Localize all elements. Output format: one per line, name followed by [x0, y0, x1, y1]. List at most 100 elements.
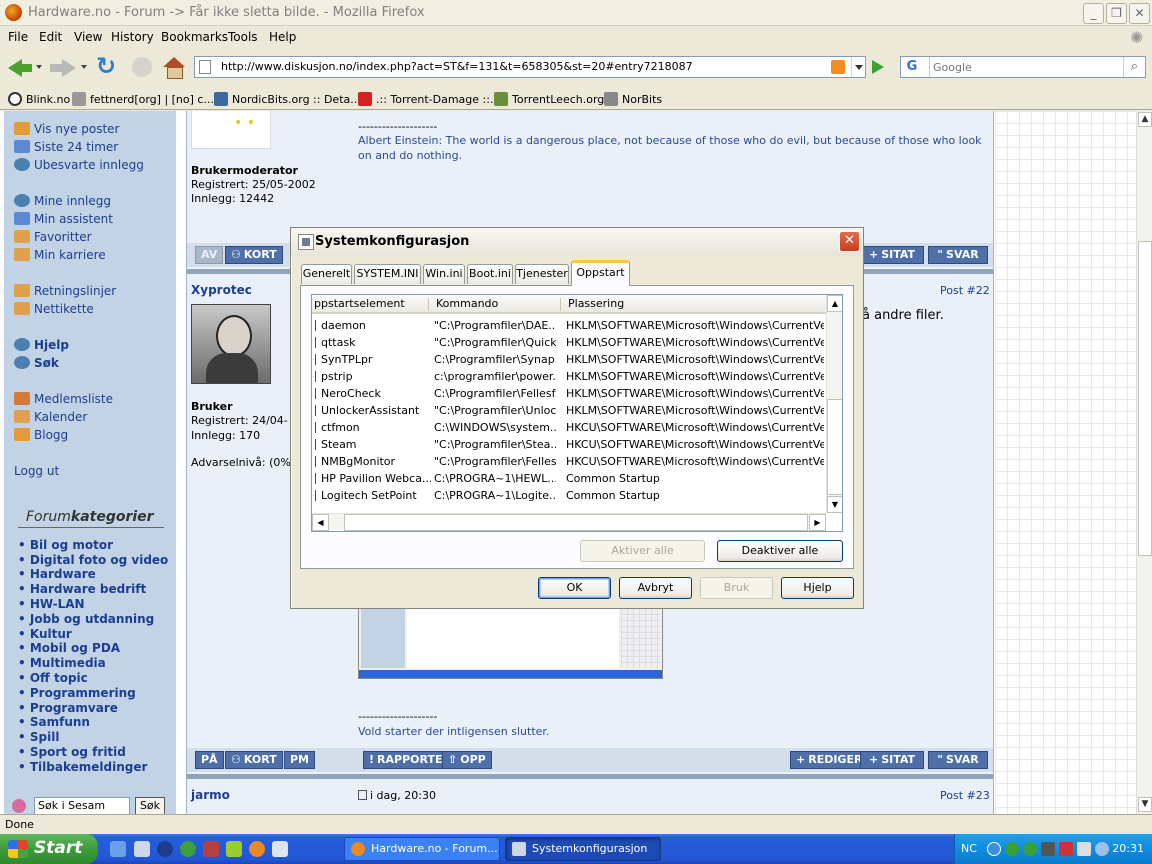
go-arrow-icon[interactable] [872, 60, 884, 74]
startup-item-row[interactable]: SynTPLpr C:\Programfiler\Synap... HKLM\SOF… [312, 351, 826, 368]
startup-item-row[interactable]: daemon "C:\Programfiler\DAE... HKLM\SOFTWA… [312, 317, 826, 334]
user-tray-icon[interactable] [1023, 842, 1037, 856]
startup-item-checkbox[interactable] [313, 320, 316, 331]
sidebar-link-my-posts[interactable]: Mine innlegg [14, 194, 111, 208]
sidebar-link-search[interactable]: Søk [14, 356, 59, 370]
scroll-top-button[interactable]: ⇧ OPP [442, 751, 492, 769]
startup-item-row[interactable]: Steam "C:\Programfiler\Stea... HKCU\SOFTWA… [312, 436, 826, 453]
startup-item-checkbox[interactable] [313, 388, 316, 399]
startup-item-checkbox[interactable] [313, 439, 316, 450]
quote-button[interactable]: + SITAT [860, 246, 924, 264]
category-item[interactable]: • Hardware bedrift [18, 582, 146, 596]
tab-oppstart[interactable]: Oppstart [571, 260, 630, 286]
startup-item-checkbox[interactable] [313, 354, 316, 365]
bookmark-fettnerd[interactable]: fettnerd[org] | [no] c... [72, 92, 214, 106]
ok-button[interactable]: OK [538, 577, 611, 599]
taskbar-item-systemkonfigurasjon[interactable]: Systemkonfigurasjon [505, 837, 661, 861]
rss-feed-icon[interactable] [831, 60, 845, 74]
bookmark-torrent-damage[interactable]: .:: Torrent-Damage ::. [358, 92, 493, 106]
tab-boot-ini[interactable]: Boot.ini [467, 264, 513, 284]
category-item[interactable]: • Programvare [18, 701, 118, 715]
category-item[interactable]: • Jobb og utdanning [18, 612, 154, 626]
category-item[interactable]: • Kultur [18, 627, 72, 641]
sidebar-link-unanswered[interactable]: Ubesvarte innlegg [14, 158, 144, 172]
startup-item-row[interactable]: NMBgMonitor "C:\Programfiler\Felles... HKC… [312, 453, 826, 470]
list-hscroll-thumb[interactable] [344, 514, 808, 531]
scroll-up-icon[interactable]: ▲ [1138, 112, 1152, 127]
dialog-close-button[interactable]: ✕ [839, 231, 860, 252]
url-history-dropdown-icon[interactable] [851, 57, 865, 77]
category-item[interactable]: • Digital foto og video [18, 553, 168, 567]
google-engine-icon[interactable]: G [903, 59, 921, 75]
post-attachment-screenshot[interactable] [358, 605, 663, 679]
category-item[interactable]: • Sport og fritid [18, 745, 126, 759]
startup-item-checkbox[interactable] [313, 405, 316, 416]
sidebar-link-calendar[interactable]: Kalender [14, 410, 87, 424]
startup-item-checkbox[interactable] [313, 473, 316, 484]
tab-system-ini[interactable]: SYSTEM.INI [354, 264, 421, 284]
list-scroll-thumb[interactable] [827, 399, 842, 495]
list-vertical-scrollbar[interactable]: ▲ ▼ [826, 295, 842, 513]
sidebar-link-favorites[interactable]: Favoritter [14, 230, 92, 244]
tray-expand-icon[interactable] [987, 842, 1001, 856]
cancel-button[interactable]: Avbryt [619, 577, 692, 599]
startup-item-row[interactable]: Logitech SetPoint C:\PROGRA~1\Logite... Co… [312, 487, 826, 504]
tab-win-ini[interactable]: Win.ini [423, 264, 465, 284]
minimize-button[interactable]: _ [1083, 3, 1104, 24]
enable-all-button[interactable]: Aktiver alle [580, 540, 705, 562]
post-number[interactable]: Post #23 [940, 789, 990, 802]
edit-button[interactable]: + REDIGER [790, 751, 869, 769]
column-header-command[interactable]: Kommando [436, 297, 498, 310]
start-button[interactable]: Start [0, 834, 98, 864]
bookmark-norbits[interactable]: NorBits [604, 92, 662, 106]
category-item[interactable]: • Off topic [18, 671, 88, 685]
back-arrow-icon[interactable] [6, 54, 32, 82]
category-item[interactable]: • HW-LAN [18, 597, 85, 611]
bookmark-nordicbits[interactable]: NordicBits.org :: Deta... [214, 92, 361, 106]
quicklaunch-app-icon[interactable] [134, 841, 150, 857]
bookmark-torrentleech[interactable]: TorrentLeech.org [494, 92, 604, 106]
quote-button[interactable]: + SITAT [860, 751, 924, 769]
menu-help[interactable]: Help [269, 30, 296, 44]
category-item[interactable]: • Bil og motor [18, 538, 113, 552]
post-author[interactable]: jarmo [191, 788, 230, 802]
startup-item-checkbox[interactable] [313, 490, 316, 501]
quicklaunch-app-icon[interactable] [203, 841, 219, 857]
list-scroll-up-icon[interactable]: ▲ [827, 295, 842, 312]
sidebar-link-logout[interactable]: Logg ut [14, 464, 59, 478]
startup-item-checkbox[interactable] [313, 456, 316, 467]
reply-button[interactable]: " SVAR [928, 246, 988, 264]
menu-history[interactable]: History [111, 30, 154, 44]
startup-item-row[interactable]: UnlockerAssistant "C:\Programfiler\Unloc.… [312, 402, 826, 419]
list-scroll-right-icon[interactable]: ▶ [809, 514, 826, 531]
sidebar-link-my-career[interactable]: Min karriere [14, 248, 106, 262]
category-item[interactable]: • Multimedia [18, 656, 106, 670]
firefox-icon[interactable] [249, 841, 265, 857]
search-input[interactable] [933, 59, 1113, 75]
column-header-location[interactable]: Plassering [568, 297, 624, 310]
messenger-tray-icon[interactable] [1005, 842, 1019, 856]
menu-edit[interactable]: Edit [39, 30, 62, 44]
back-history-dropdown-icon[interactable] [36, 65, 42, 69]
sidebar-link-last-24h[interactable]: Siste 24 timer [14, 140, 118, 154]
menu-view[interactable]: View [74, 30, 102, 44]
page-vertical-scrollbar[interactable]: ▲ ▼ [1136, 111, 1152, 814]
startup-item-row[interactable]: qttask "C:\Programfiler\Quick... HKLM\SOFT… [312, 334, 826, 351]
category-item[interactable]: • Mobil og PDA [18, 641, 120, 655]
category-item[interactable]: • Spill [18, 730, 59, 744]
dialog-title-bar[interactable]: Systemkonfigurasjon ✕ [291, 228, 863, 256]
stop-icon[interactable] [130, 54, 154, 82]
search-magnifier-icon[interactable]: ⌕ [1123, 57, 1145, 77]
sidebar-link-guidelines[interactable]: Retningslinjer [14, 284, 116, 298]
scroll-down-icon[interactable]: ▼ [1138, 797, 1152, 812]
forward-arrow-icon[interactable] [50, 54, 76, 82]
close-button[interactable]: ✕ [1129, 3, 1150, 24]
profile-card-button[interactable]: ⚇ KORT [225, 751, 283, 769]
url-text[interactable]: http://www.diskusjon.no/index.php?act=ST… [221, 60, 693, 73]
startup-item-row[interactable]: ctfmon C:\WINDOWS\system... HKCU\SOFTWARE\… [312, 419, 826, 436]
category-item[interactable]: • Hardware [18, 567, 96, 581]
sesam-search-input[interactable]: Søk i Sesam [34, 797, 130, 814]
input-language-indicator[interactable]: NC [961, 842, 977, 855]
messenger-icon[interactable] [180, 841, 196, 857]
clock[interactable]: 20:31 [1112, 842, 1144, 855]
